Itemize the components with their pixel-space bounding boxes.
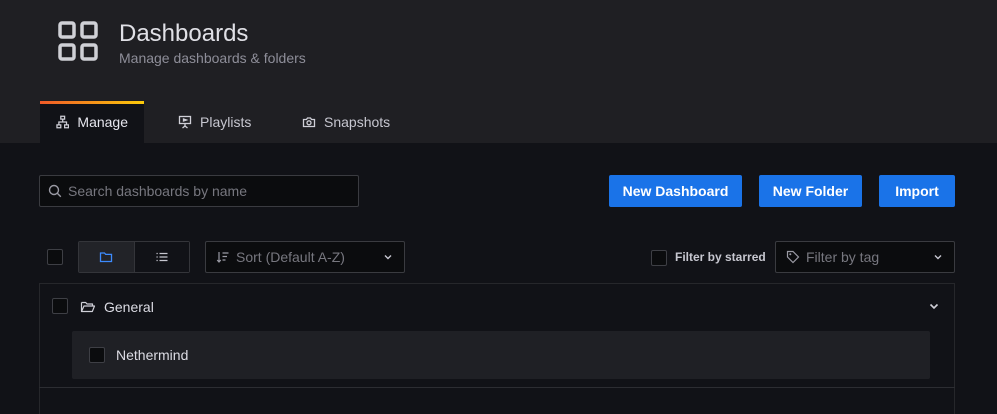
divider <box>39 387 955 388</box>
starred-label: Filter by starred <box>675 250 766 264</box>
search-input[interactable] <box>68 183 348 199</box>
search-icon <box>48 184 62 198</box>
sort-select[interactable]: Sort (Default A-Z) <box>205 241 405 273</box>
sitemap-icon <box>56 115 70 129</box>
presentation-icon <box>178 115 192 129</box>
select-all-checkbox[interactable] <box>47 249 63 265</box>
dashboard-name[interactable]: Nethermind <box>116 347 188 363</box>
import-button[interactable]: Import <box>879 175 955 207</box>
starred-checkbox[interactable] <box>651 250 667 266</box>
tag-icon <box>786 250 800 264</box>
tag-filter-placeholder: Filter by tag <box>806 249 880 265</box>
tag-filter-select[interactable]: Filter by tag <box>775 241 955 273</box>
tab-playlists[interactable]: Playlists <box>162 101 267 143</box>
folder-checkbox[interactable] <box>52 298 68 314</box>
new-folder-button[interactable]: New Folder <box>759 175 862 207</box>
dashboard-row[interactable] <box>72 331 930 379</box>
sort-value: Sort (Default A-Z) <box>236 249 345 265</box>
layout-toggle <box>78 241 190 273</box>
dashboard-checkbox[interactable] <box>89 347 105 363</box>
new-dashboard-button[interactable]: New Dashboard <box>609 175 742 207</box>
chevron-down-icon[interactable] <box>927 299 941 313</box>
tab-snapshots[interactable]: Snapshots <box>286 101 406 143</box>
folder-name[interactable]: General <box>104 299 154 315</box>
tab-manage[interactable]: Manage <box>40 101 144 143</box>
list-view-button[interactable] <box>133 242 189 272</box>
search-box[interactable] <box>39 175 359 207</box>
list-icon <box>156 252 168 262</box>
page-subtitle: Manage dashboards & folders <box>119 50 306 66</box>
sort-icon <box>216 252 229 263</box>
camera-icon <box>302 117 316 128</box>
chevron-down-icon <box>934 255 942 260</box>
tab-label: Manage <box>77 114 128 130</box>
page-title: Dashboards <box>119 20 249 47</box>
page-header: Dashboards Manage dashboards & folders M… <box>0 0 997 143</box>
folder-icon <box>100 252 113 263</box>
tab-label: Snapshots <box>324 114 391 130</box>
folder-view-button[interactable] <box>79 242 134 272</box>
chevron-down-icon <box>384 255 392 260</box>
folder-open-icon <box>80 301 96 313</box>
apps-grid-icon <box>58 21 98 61</box>
tab-label: Playlists <box>200 114 252 130</box>
